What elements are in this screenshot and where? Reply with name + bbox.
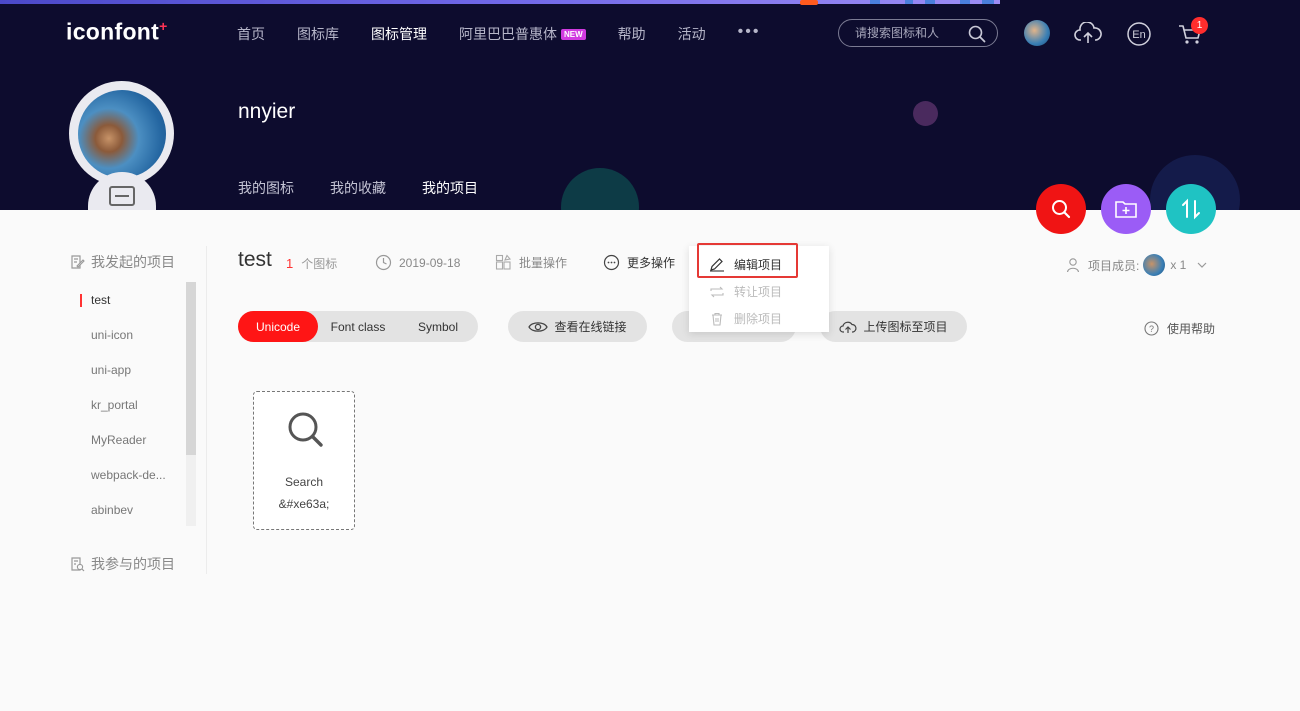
iconfont-logo[interactable]: iconfont+	[66, 18, 168, 46]
nav-activity[interactable]: 活动	[678, 24, 706, 44]
user-avatar[interactable]	[1024, 20, 1050, 46]
chevron-down-icon[interactable]	[1196, 260, 1208, 270]
svg-text:?: ?	[1149, 324, 1154, 334]
project-item-webpack[interactable]: webpack-de...	[91, 468, 166, 482]
format-switch: Unicode Font class Symbol	[238, 311, 478, 342]
nav-puhuiti-label: 阿里巴巴普惠体	[459, 26, 557, 42]
dropdown-delete-project[interactable]: 删除项目	[709, 310, 782, 327]
search-icon	[288, 412, 323, 447]
toolbar-bits-icon	[800, 0, 994, 5]
profile-avatar-frame	[69, 81, 174, 186]
search-icon[interactable]	[967, 24, 987, 44]
project-item-abinbev[interactable]: abinbev	[91, 503, 133, 517]
view-online-link-label: 查看在线链接	[554, 320, 627, 334]
search-box	[838, 19, 998, 47]
edit-project-highlight	[697, 243, 798, 278]
search-icon	[1052, 200, 1071, 219]
scrollbar-thumb[interactable]	[186, 282, 196, 455]
cloud-upload-icon	[839, 321, 858, 333]
trash-icon	[712, 312, 722, 326]
upload-icons-label: 上传图标至项目	[863, 320, 948, 334]
search-input[interactable]	[855, 26, 965, 40]
my-projects-title: 我发起的项目	[91, 254, 175, 270]
upload-cloud-icon[interactable]	[1074, 20, 1102, 48]
new-badge: NEW	[561, 28, 586, 40]
eye-icon	[528, 321, 549, 332]
project-members[interactable]: 项目成员: x 1	[1066, 254, 1208, 276]
profile-tabs: 我的图标 我的收藏 我的项目	[238, 178, 514, 210]
batch-operation-button[interactable]: 批量操作	[495, 254, 567, 271]
joined-projects-title: 我参与的项目	[91, 556, 175, 572]
user-icon	[1066, 258, 1080, 273]
project-item-kr-portal[interactable]: kr_portal	[91, 398, 138, 412]
icon-name: Search	[284, 475, 324, 489]
members-label: 项目成员:	[1088, 258, 1140, 273]
decor-circle-teal	[561, 168, 639, 210]
help-icon: ?	[1144, 321, 1159, 336]
cart-count-badge: 1	[1191, 17, 1208, 34]
fab-search-button[interactable]	[1036, 184, 1086, 234]
sidebar-divider	[206, 246, 207, 574]
more-dots-icon	[603, 254, 620, 271]
transfer-project-label: 转让项目	[734, 285, 783, 299]
tab-my-projects[interactable]: 我的项目	[422, 178, 478, 210]
nav-more-button[interactable]: •••	[738, 23, 761, 41]
project-list-scrollbar[interactable]	[186, 282, 196, 526]
main-nav: 首页 图标库 图标管理 阿里巴巴普惠体 NEW 帮助 活动 •••	[237, 23, 761, 44]
project-title: test	[238, 248, 272, 271]
clock-icon	[375, 254, 392, 271]
joined-projects-heading[interactable]: 我参与的项目	[69, 554, 175, 574]
usage-help-link[interactable]: ? 使用帮助	[1144, 320, 1215, 337]
usage-help-label: 使用帮助	[1167, 322, 1216, 336]
nav-help[interactable]: 帮助	[618, 24, 646, 44]
sort-arrows-icon	[1182, 198, 1200, 220]
nav-icon-manage[interactable]: 图标管理	[371, 24, 427, 44]
icon-count-unit: 个图标	[301, 257, 338, 271]
nav-home[interactable]: 首页	[237, 24, 265, 44]
project-date-value: 2019-09-18	[399, 255, 461, 270]
segment-font-class[interactable]: Font class	[318, 311, 398, 342]
upload-icons-button[interactable]: 上传图标至项目	[820, 311, 967, 342]
batch-operation-label: 批量操作	[519, 256, 568, 270]
icon-code: &#xe63a;	[278, 497, 330, 511]
nav-puhuiti[interactable]: 阿里巴巴普惠体 NEW	[459, 24, 586, 44]
language-icon[interactable]: En	[1125, 20, 1153, 48]
transfer-icon	[710, 286, 724, 297]
more-operations-button[interactable]: 更多操作	[603, 254, 675, 271]
edit-doc-icon	[71, 255, 85, 269]
fab-new-folder-button[interactable]	[1101, 184, 1151, 234]
tab-my-icons[interactable]: 我的图标	[238, 178, 294, 210]
username: nnyier	[238, 100, 296, 123]
profile-header: iconfont+ 首页 图标库 图标管理 阿里巴巴普惠体 NEW 帮助 活动 …	[0, 0, 1300, 210]
doc-search-icon	[71, 557, 85, 572]
my-projects-heading: 我发起的项目	[69, 252, 175, 272]
segment-unicode[interactable]: Unicode	[238, 311, 318, 342]
profile-avatar[interactable]	[77, 89, 166, 178]
project-item-uni-app[interactable]: uni-app	[91, 363, 131, 377]
project-item-test[interactable]: test	[79, 293, 110, 307]
more-operations-label: 更多操作	[627, 256, 676, 270]
members-count: x 1	[1170, 258, 1187, 272]
fab-sort-button[interactable]	[1166, 184, 1216, 234]
nav-icon-library[interactable]: 图标库	[297, 24, 339, 44]
project-date: 2019-09-18	[375, 254, 460, 271]
dropdown-transfer-project[interactable]: 转让项目	[709, 283, 782, 300]
delete-project-label: 删除项目	[734, 312, 783, 326]
view-online-link-button[interactable]: 查看在线链接	[508, 311, 647, 342]
project-list: test uni-icon uni-app kr_portal MyReader…	[79, 282, 197, 526]
folder-add-icon	[1115, 201, 1137, 218]
language-label: En	[1132, 29, 1145, 41]
grid-icon	[495, 254, 512, 270]
icon-count: 1 个图标	[286, 255, 337, 272]
icon-card[interactable]: Search &#xe63a;	[253, 391, 355, 530]
decor-dot	[913, 101, 938, 126]
project-item-myreader[interactable]: MyReader	[91, 433, 146, 447]
tab-my-favorites[interactable]: 我的收藏	[330, 178, 386, 210]
project-item-uni-icon[interactable]: uni-icon	[91, 328, 133, 342]
segment-symbol[interactable]: Symbol	[398, 311, 478, 342]
icon-count-value: 1	[286, 256, 294, 271]
member-avatar[interactable]	[1143, 254, 1166, 276]
